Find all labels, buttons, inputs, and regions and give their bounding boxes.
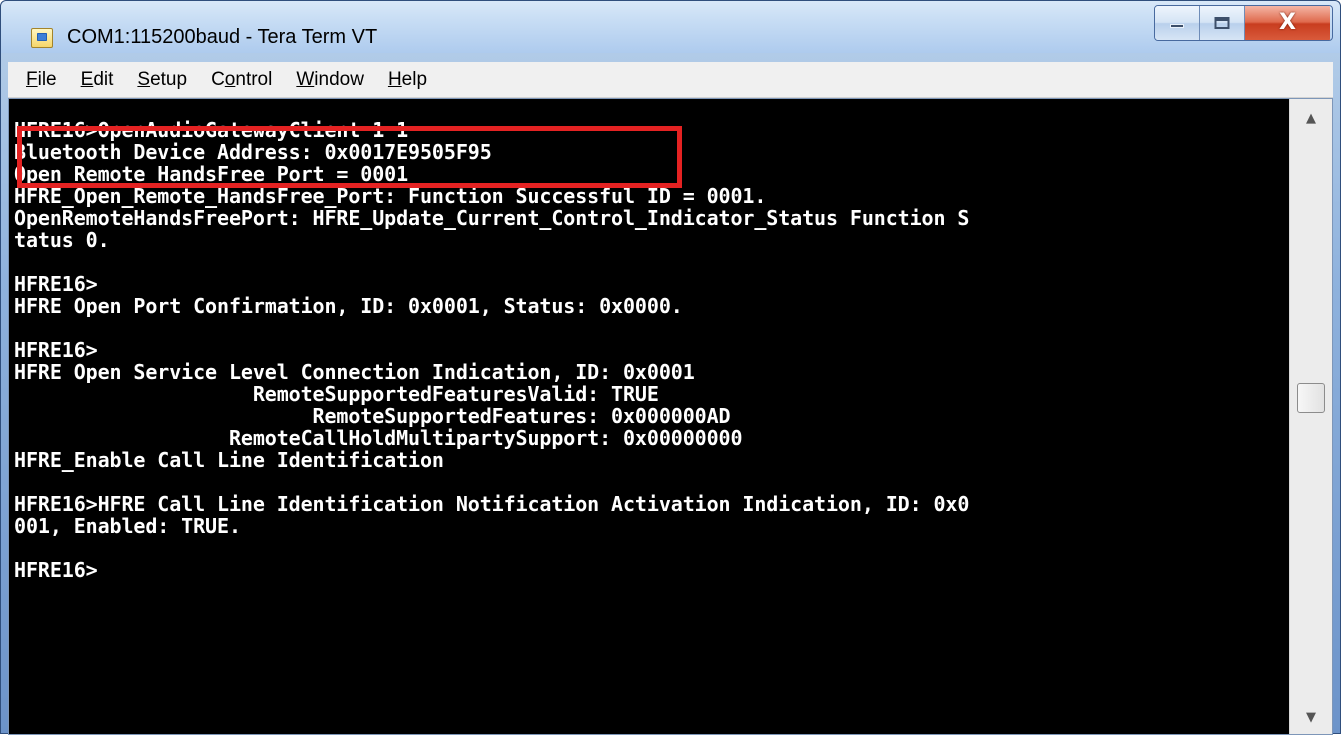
- terminal-line: HFRE16>HFRE Call Line Identification Not…: [14, 492, 970, 516]
- menu-window[interactable]: Window: [284, 65, 376, 95]
- terminal-output: HFRE16>OpenAudioGatewayClient 1 1 Bluetoo…: [14, 119, 969, 581]
- terminal-line: 001, Enabled: TRUE.: [14, 514, 241, 538]
- menu-window-label: indow: [314, 68, 364, 90]
- menu-setup-mnemonic: S: [137, 68, 151, 90]
- menu-edit[interactable]: Edit: [69, 65, 126, 95]
- menu-control-prefix: C: [211, 68, 225, 90]
- menu-help-label: elp: [401, 68, 428, 90]
- terminal-line: OpenRemoteHandsFreePort: HFRE_Update_Cur…: [14, 206, 970, 230]
- terminal-line: Bluetooth Device Address: 0x0017E9505F95: [14, 140, 492, 164]
- terminal-line: HFRE16>: [14, 338, 98, 362]
- menu-help-mnemonic: H: [387, 68, 402, 90]
- maximize-icon: [1214, 17, 1230, 29]
- menu-file[interactable]: File: [14, 65, 69, 95]
- menu-control-mnemonic: o: [224, 68, 236, 90]
- terminal-line: RemoteCallHoldMultipartySupport: 0x00000…: [14, 426, 743, 450]
- close-icon: X: [1279, 10, 1296, 35]
- menu-file-mnemonic: F: [26, 68, 38, 90]
- scroll-down-arrow-icon[interactable]: ▼: [1290, 702, 1332, 732]
- terminal-line: RemoteSupportedFeaturesValid: TRUE: [14, 382, 659, 406]
- minimize-button[interactable]: [1155, 6, 1200, 40]
- menu-bar: File Edit Setup Control Window Help: [8, 62, 1333, 98]
- close-button[interactable]: X: [1245, 6, 1330, 40]
- terminal-line: Open Remote HandsFree Port = 0001: [14, 162, 409, 186]
- menu-control-label: ntrol: [235, 68, 273, 90]
- menu-edit-label: dit: [93, 68, 114, 90]
- terminal-line: tatus 0.: [14, 228, 110, 252]
- terminal-line: RemoteSupportedFeatures: 0x000000AD: [14, 404, 731, 428]
- maximize-button[interactable]: [1200, 6, 1245, 40]
- terminal-line: HFRE Open Service Level Connection Indic…: [14, 360, 695, 384]
- terminal-frame: HFRE16>OpenAudioGatewayClient 1 1 Bluetoo…: [8, 98, 1333, 735]
- menu-help[interactable]: Help: [376, 65, 439, 95]
- menu-setup-label: etup: [150, 68, 188, 90]
- tera-term-icon[interactable]: [31, 28, 53, 48]
- scroll-thumb[interactable]: [1297, 383, 1325, 413]
- menu-control[interactable]: Control: [199, 65, 284, 95]
- terminal-line: HFRE16>: [14, 558, 98, 582]
- terminal-line: HFRE_Open_Remote_HandsFree_Port: Functio…: [14, 184, 767, 208]
- terminal-line: HFRE Open Port Confirmation, ID: 0x0001,…: [14, 294, 683, 318]
- terminal-line: HFRE_Enable Call Line Identification: [14, 448, 444, 472]
- title-bar[interactable]: COM1:115200baud - Tera Term VT X: [1, 1, 1340, 53]
- scroll-up-arrow-icon[interactable]: ▲: [1290, 103, 1332, 133]
- terminal-line: HFRE16>OpenAudioGatewayClient 1 1: [14, 118, 409, 142]
- window-title: COM1:115200baud - Tera Term VT: [67, 26, 378, 48]
- menu-window-mnemonic: W: [296, 68, 315, 90]
- menu-file-label: ile: [37, 68, 57, 90]
- vertical-scrollbar[interactable]: ▲ ▼: [1289, 99, 1332, 734]
- caption-buttons: X: [1154, 5, 1333, 41]
- minimize-icon: [1170, 24, 1184, 29]
- menu-setup[interactable]: Setup: [125, 65, 199, 95]
- tera-term-window: COM1:115200baud - Tera Term VT X File Ed…: [0, 0, 1341, 735]
- menu-edit-mnemonic: E: [80, 68, 94, 90]
- terminal-screen[interactable]: HFRE16>OpenAudioGatewayClient 1 1 Bluetoo…: [9, 99, 1289, 734]
- terminal-line: HFRE16>: [14, 272, 98, 296]
